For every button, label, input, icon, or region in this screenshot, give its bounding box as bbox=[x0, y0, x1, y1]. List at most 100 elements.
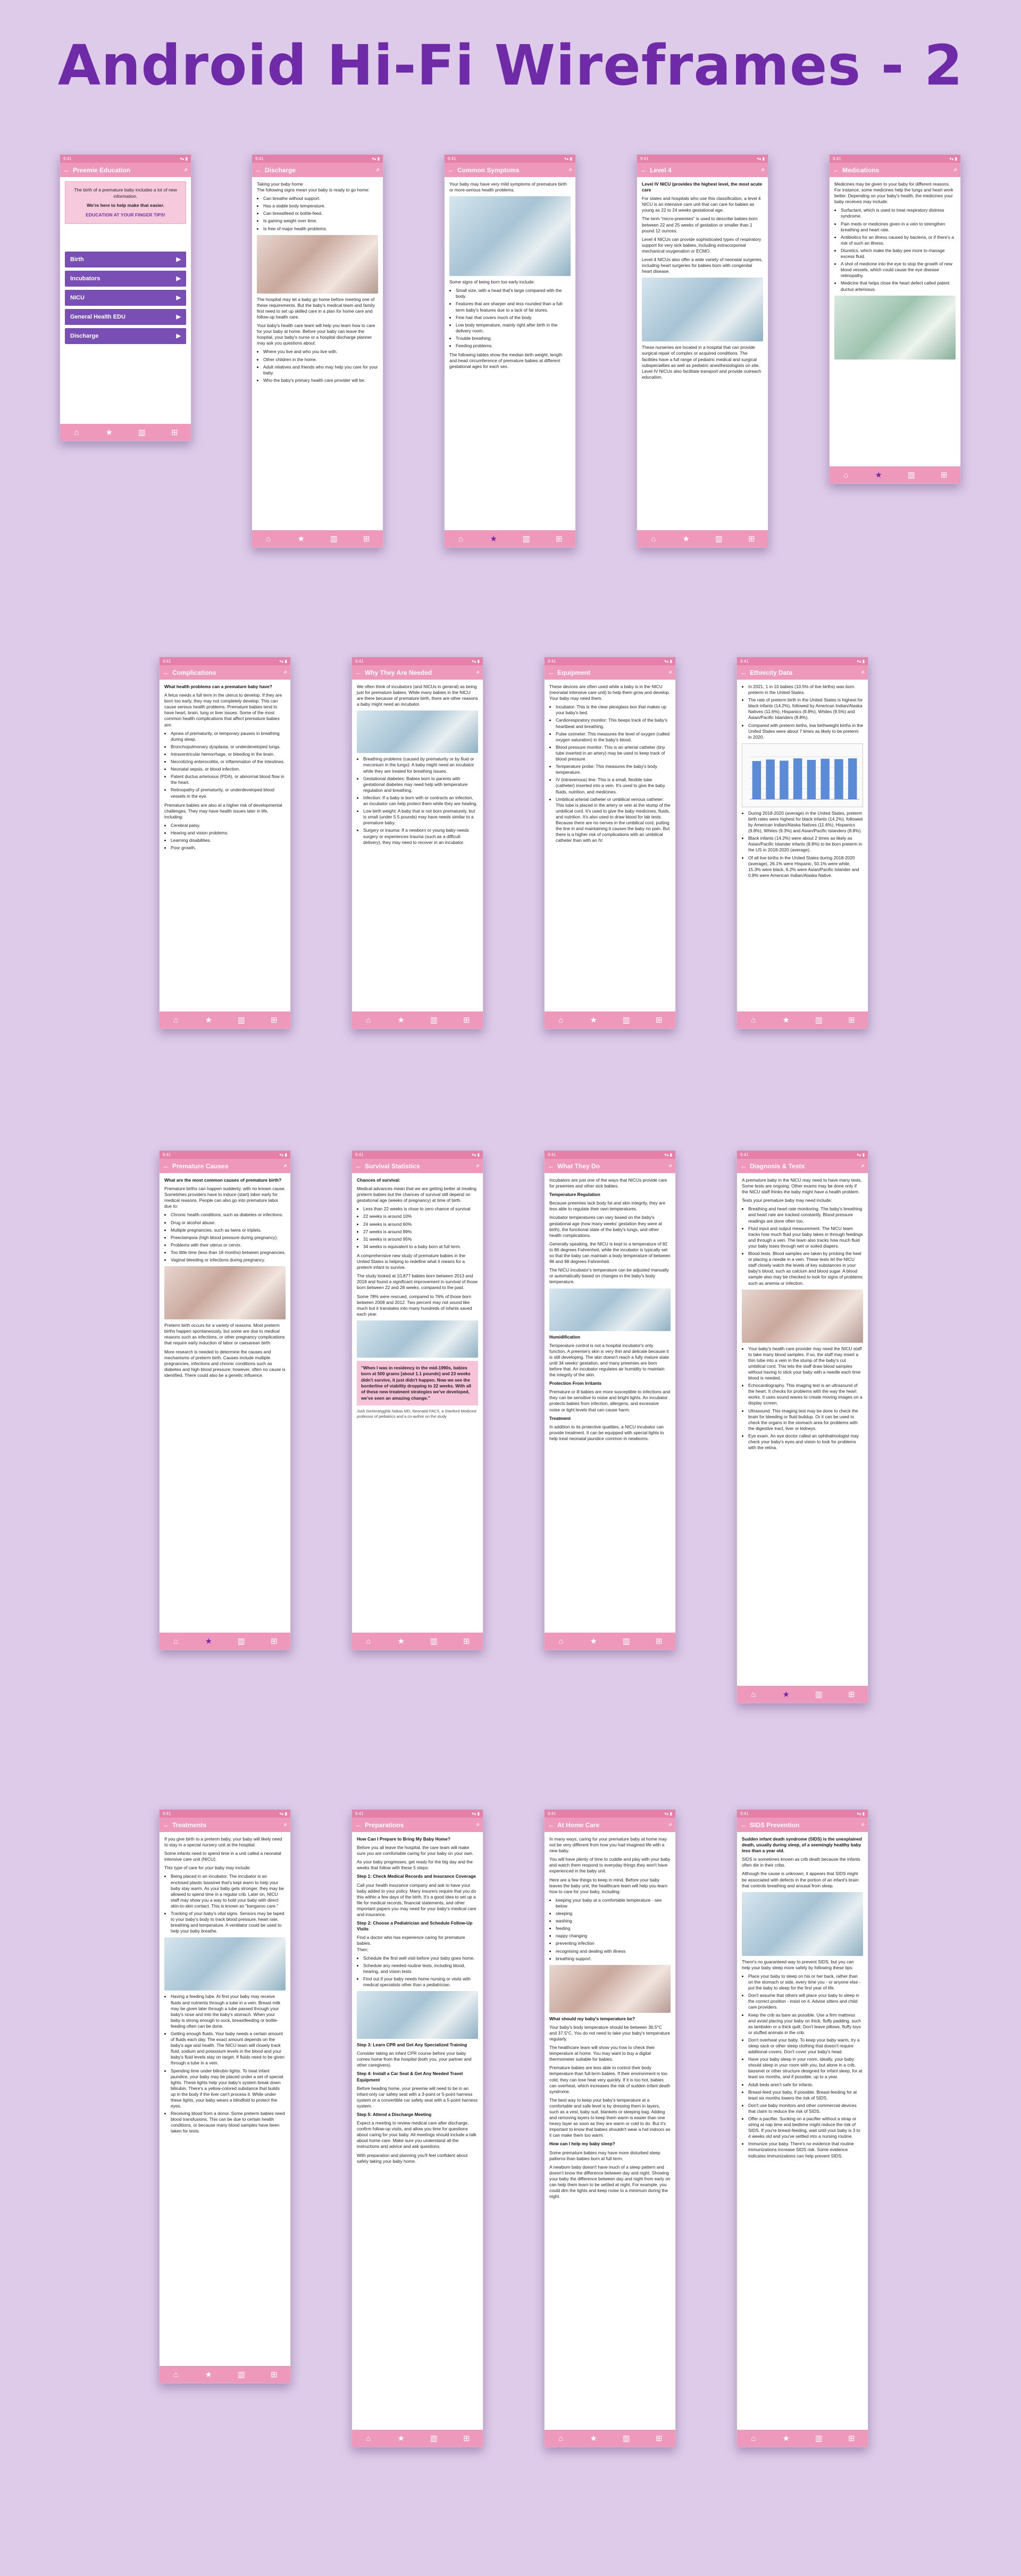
star-icon[interactable]: ★ bbox=[780, 2433, 792, 2443]
search-icon[interactable]: ⌕ bbox=[284, 1821, 287, 1828]
home-icon[interactable]: ⌂ bbox=[555, 2434, 567, 2443]
home-icon[interactable]: ⌂ bbox=[71, 428, 82, 437]
search-icon[interactable]: ⌕ bbox=[669, 1821, 672, 1828]
add-icon[interactable]: ⊞ bbox=[268, 2370, 280, 2379]
banner-link[interactable]: EDUCATION AT YOUR FINGER TIPS! bbox=[70, 212, 181, 219]
add-icon[interactable]: ⊞ bbox=[461, 1015, 472, 1025]
search-icon[interactable]: ⌕ bbox=[861, 1821, 865, 1828]
book-icon[interactable]: ▥ bbox=[236, 1015, 247, 1025]
book-icon[interactable]: ▥ bbox=[621, 1015, 632, 1025]
add-icon[interactable]: ⊞ bbox=[653, 1636, 665, 1646]
home-icon[interactable]: ⌂ bbox=[455, 534, 467, 543]
book-icon[interactable]: ▥ bbox=[621, 1636, 632, 1646]
add-icon[interactable]: ⊞ bbox=[653, 1015, 665, 1025]
back-arrow-icon[interactable]: ← bbox=[255, 166, 265, 174]
search-icon[interactable]: ⌕ bbox=[669, 669, 672, 676]
star-icon[interactable]: ★ bbox=[295, 534, 307, 543]
home-icon[interactable]: ⌂ bbox=[840, 471, 852, 480]
home-icon[interactable]: ⌂ bbox=[748, 1690, 759, 1699]
back-arrow-icon[interactable]: ← bbox=[548, 1821, 557, 1829]
search-icon[interactable]: ⌕ bbox=[476, 1821, 480, 1828]
back-arrow-icon[interactable]: ← bbox=[548, 1162, 557, 1170]
home-icon[interactable]: ⌂ bbox=[363, 1016, 374, 1025]
star-icon[interactable]: ★ bbox=[780, 1015, 792, 1025]
book-icon[interactable]: ▥ bbox=[713, 534, 725, 543]
search-icon[interactable]: ⌕ bbox=[861, 1162, 865, 1169]
star-icon[interactable]: ★ bbox=[780, 1690, 792, 1699]
home-icon[interactable]: ⌂ bbox=[555, 1016, 567, 1025]
back-arrow-icon[interactable]: ← bbox=[63, 166, 73, 174]
menu-button-incubators[interactable]: Incubators ▶ bbox=[65, 271, 186, 287]
back-arrow-icon[interactable]: ← bbox=[355, 668, 365, 676]
menu-button-nicu[interactable]: NICU ▶ bbox=[65, 290, 186, 306]
star-icon[interactable]: ★ bbox=[203, 1636, 214, 1646]
add-icon[interactable]: ⊞ bbox=[846, 1015, 857, 1025]
home-icon[interactable]: ⌂ bbox=[170, 2370, 182, 2379]
back-arrow-icon[interactable]: ← bbox=[740, 1162, 750, 1170]
book-icon[interactable]: ▥ bbox=[236, 2370, 247, 2379]
search-icon[interactable]: ⌕ bbox=[476, 669, 480, 676]
add-icon[interactable]: ⊞ bbox=[553, 534, 565, 543]
search-icon[interactable]: ⌕ bbox=[861, 669, 865, 676]
star-icon[interactable]: ★ bbox=[103, 428, 115, 437]
menu-button-birth[interactable]: Birth ▶ bbox=[65, 252, 186, 268]
star-icon[interactable]: ★ bbox=[588, 1015, 599, 1025]
search-icon[interactable]: ⌕ bbox=[569, 166, 572, 173]
star-icon[interactable]: ★ bbox=[395, 1636, 407, 1646]
star-icon[interactable]: ★ bbox=[395, 1015, 407, 1025]
menu-button-discharge[interactable]: Discharge ▶ bbox=[65, 328, 186, 345]
star-icon[interactable]: ★ bbox=[395, 2433, 407, 2443]
add-icon[interactable]: ⊞ bbox=[268, 1015, 280, 1025]
search-icon[interactable]: ⌕ bbox=[185, 166, 188, 173]
book-icon[interactable]: ▥ bbox=[813, 1690, 825, 1699]
star-icon[interactable]: ★ bbox=[203, 1015, 214, 1025]
back-arrow-icon[interactable]: ← bbox=[355, 1162, 365, 1170]
back-arrow-icon[interactable]: ← bbox=[355, 1821, 365, 1829]
book-icon[interactable]: ▥ bbox=[328, 534, 340, 543]
search-icon[interactable]: ⌕ bbox=[376, 166, 380, 173]
home-icon[interactable]: ⌂ bbox=[748, 2434, 759, 2443]
book-icon[interactable]: ▥ bbox=[906, 470, 917, 480]
home-icon[interactable]: ⌂ bbox=[648, 534, 659, 543]
add-icon[interactable]: ⊞ bbox=[361, 534, 372, 543]
book-icon[interactable]: ▥ bbox=[813, 1015, 825, 1025]
home-icon[interactable]: ⌂ bbox=[363, 2434, 374, 2443]
home-icon[interactable]: ⌂ bbox=[170, 1016, 182, 1025]
search-icon[interactable]: ⌕ bbox=[284, 1162, 287, 1169]
back-arrow-icon[interactable]: ← bbox=[163, 1821, 172, 1829]
search-icon[interactable]: ⌕ bbox=[669, 1162, 672, 1169]
add-icon[interactable]: ⊞ bbox=[653, 2433, 665, 2443]
star-icon[interactable]: ★ bbox=[203, 2370, 214, 2379]
back-arrow-icon[interactable]: ← bbox=[740, 1821, 750, 1829]
add-icon[interactable]: ⊞ bbox=[461, 1636, 472, 1646]
book-icon[interactable]: ▥ bbox=[428, 2433, 440, 2443]
back-arrow-icon[interactable]: ← bbox=[163, 1162, 172, 1170]
add-icon[interactable]: ⊞ bbox=[846, 1690, 857, 1699]
star-icon[interactable]: ★ bbox=[588, 2433, 599, 2443]
book-icon[interactable]: ▥ bbox=[521, 534, 532, 543]
search-icon[interactable]: ⌕ bbox=[476, 1162, 480, 1169]
add-icon[interactable]: ⊞ bbox=[938, 470, 950, 480]
book-icon[interactable]: ▥ bbox=[428, 1636, 440, 1646]
add-icon[interactable]: ⊞ bbox=[461, 2433, 472, 2443]
back-arrow-icon[interactable]: ← bbox=[740, 668, 750, 676]
add-icon[interactable]: ⊞ bbox=[746, 534, 757, 543]
book-icon[interactable]: ▥ bbox=[428, 1015, 440, 1025]
home-icon[interactable]: ⌂ bbox=[170, 1637, 182, 1646]
menu-button-general-health-edu[interactable]: General Health EDU ▶ bbox=[65, 309, 186, 325]
star-icon[interactable]: ★ bbox=[588, 1636, 599, 1646]
star-icon[interactable]: ★ bbox=[873, 470, 884, 480]
back-arrow-icon[interactable]: ← bbox=[833, 166, 842, 174]
book-icon[interactable]: ▥ bbox=[621, 2433, 632, 2443]
back-arrow-icon[interactable]: ← bbox=[548, 668, 557, 676]
home-icon[interactable]: ⌂ bbox=[748, 1016, 759, 1025]
back-arrow-icon[interactable]: ← bbox=[448, 166, 457, 174]
star-icon[interactable]: ★ bbox=[680, 534, 692, 543]
book-icon[interactable]: ▥ bbox=[136, 428, 148, 437]
search-icon[interactable]: ⌕ bbox=[284, 669, 287, 676]
home-icon[interactable]: ⌂ bbox=[263, 534, 274, 543]
search-icon[interactable]: ⌕ bbox=[761, 166, 765, 173]
home-icon[interactable]: ⌂ bbox=[555, 1637, 567, 1646]
star-icon[interactable]: ★ bbox=[488, 534, 499, 543]
back-arrow-icon[interactable]: ← bbox=[640, 166, 650, 174]
